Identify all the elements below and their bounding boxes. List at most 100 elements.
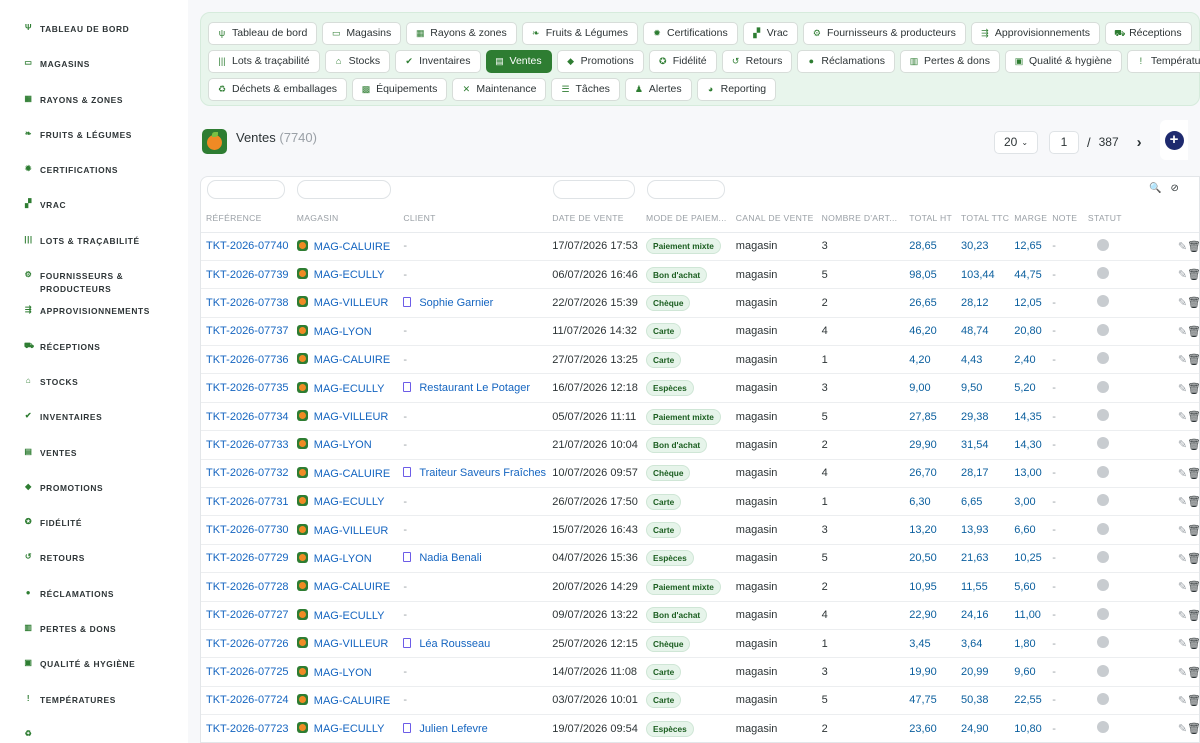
magasin-link[interactable]: MAG-ECULLY bbox=[314, 496, 385, 508]
cell-reference[interactable]: TKT-2026-07730 bbox=[201, 515, 292, 545]
clear-filter-icon[interactable]: ⊘ bbox=[1170, 183, 1178, 194]
nav-chip-1-1[interactable]: ⌂ Stocks bbox=[324, 49, 391, 73]
cell-magasin[interactable]: MAG-LYON bbox=[291, 544, 399, 574]
delete-icon[interactable]: 🗑 bbox=[1187, 439, 1199, 451]
reference-link[interactable]: TKT-2026-07736 bbox=[206, 354, 289, 366]
cell-magasin[interactable]: MAG-VILLEUR bbox=[291, 288, 399, 318]
filter-magasin-input[interactable] bbox=[297, 180, 391, 199]
nav-chip-0-4[interactable]: ✹ Certifications bbox=[643, 21, 738, 45]
table-row[interactable]: TKT-2026-07740 MAG-CALUIRE - 17/07/2026 17:… bbox=[201, 232, 1199, 261]
nav-chip-1-9[interactable]: ▣ Qualité & hygiène bbox=[1004, 49, 1122, 73]
cell-reference[interactable]: TKT-2026-07732 bbox=[201, 459, 292, 489]
column-header[interactable]: Statut bbox=[1082, 204, 1147, 233]
sidebar-item-0[interactable]: ψ Tableau de bord bbox=[0, 0, 188, 35]
cell-reference[interactable]: TKT-2026-07725 bbox=[201, 657, 292, 687]
reference-link[interactable]: TKT-2026-07735 bbox=[206, 382, 289, 394]
nav-chip-0-3[interactable]: ❧ Fruits & Légumes bbox=[521, 21, 639, 45]
filter-payment-input[interactable] bbox=[647, 180, 725, 199]
table-row[interactable]: TKT-2026-07734 MAG-VILLEUR - 05/07/2026 11:… bbox=[201, 402, 1199, 432]
nav-chip-1-3[interactable]: ▤ Ventes bbox=[485, 49, 552, 73]
magasin-link[interactable]: MAG-CALUIRE bbox=[314, 354, 390, 366]
sidebar-item-7[interactable]: ⚙ Fournisseurs & producteurs bbox=[0, 247, 188, 294]
edit-icon[interactable]: ✎ bbox=[1178, 411, 1187, 423]
magasin-link[interactable]: MAG-CALUIRE bbox=[314, 468, 390, 480]
nav-chip-0-5[interactable]: ▞ Vrac bbox=[742, 21, 798, 45]
delete-icon[interactable]: 🗑 bbox=[1187, 581, 1199, 593]
column-header[interactable]: Canal de vente bbox=[730, 204, 817, 233]
table-row[interactable]: TKT-2026-07731 MAG-ECULLY - 26/07/2026 17:5… bbox=[201, 487, 1199, 517]
sidebar-item-17[interactable]: ▥ Pertes & dons bbox=[0, 600, 188, 635]
edit-icon[interactable]: ✎ bbox=[1178, 695, 1187, 707]
cell-reference[interactable]: TKT-2026-07729 bbox=[201, 544, 292, 574]
delete-icon[interactable]: 🗑 bbox=[1187, 354, 1199, 366]
table-row[interactable]: TKT-2026-07738 MAG-VILLEUR Sophie Garnier 2… bbox=[201, 288, 1199, 318]
filter-date-input[interactable] bbox=[553, 180, 635, 199]
edit-icon[interactable]: ✎ bbox=[1178, 723, 1187, 735]
sidebar-item-3[interactable]: ❧ Fruits & Légumes bbox=[0, 106, 188, 141]
search-icon[interactable]: 🔍 bbox=[1149, 183, 1161, 194]
delete-icon[interactable]: 🗑 bbox=[1187, 610, 1199, 622]
table-row[interactable]: TKT-2026-07726 MAG-VILLEUR Léa Rousseau 25/… bbox=[201, 629, 1199, 659]
reference-link[interactable]: TKT-2026-07728 bbox=[206, 581, 289, 593]
column-header[interactable]: Nombre d'art... bbox=[816, 204, 905, 233]
edit-icon[interactable]: ✎ bbox=[1178, 638, 1187, 650]
table-row[interactable]: TKT-2026-07739 MAG-ECULLY - 06/07/2026 16:4… bbox=[201, 260, 1199, 290]
client-link[interactable]: Julien Lefevre bbox=[419, 723, 488, 735]
magasin-link[interactable]: MAG-ECULLY bbox=[314, 723, 385, 735]
table-row[interactable]: TKT-2026-07735 MAG-ECULLY Restaurant Le Po… bbox=[201, 373, 1199, 403]
reference-link[interactable]: TKT-2026-07738 bbox=[206, 297, 289, 309]
edit-icon[interactable]: ✎ bbox=[1178, 667, 1187, 679]
cell-client[interactable]: Nadia Benali bbox=[398, 544, 548, 574]
magasin-link[interactable]: MAG-ECULLY bbox=[314, 383, 385, 395]
edit-icon[interactable]: ✎ bbox=[1178, 553, 1187, 565]
sidebar-item-14[interactable]: ✪ Fidélité bbox=[0, 494, 188, 529]
nav-chip-2-0[interactable]: ♻ Déchets & emballages bbox=[208, 77, 348, 101]
cell-reference[interactable]: TKT-2026-07739 bbox=[201, 260, 292, 290]
cell-magasin[interactable]: MAG-LYON bbox=[291, 657, 399, 687]
edit-icon[interactable]: ✎ bbox=[1178, 354, 1187, 366]
delete-icon[interactable]: 🗑 bbox=[1187, 496, 1199, 508]
cell-magasin[interactable]: MAG-VILLEUR bbox=[291, 402, 399, 432]
magasin-link[interactable]: MAG-LYON bbox=[314, 439, 372, 451]
delete-icon[interactable]: 🗑 bbox=[1187, 468, 1199, 480]
edit-icon[interactable]: ✎ bbox=[1178, 241, 1187, 253]
delete-icon[interactable]: 🗑 bbox=[1187, 383, 1199, 395]
table-row[interactable]: TKT-2026-07723 MAG-ECULLY Julien Lefevre 19… bbox=[201, 714, 1199, 742]
cell-client[interactable]: Julien Lefevre bbox=[398, 714, 548, 742]
column-header[interactable]: Référence bbox=[201, 204, 292, 233]
nav-chip-0-2[interactable]: ▦ Rayons & zones bbox=[406, 21, 517, 45]
reference-link[interactable]: TKT-2026-07725 bbox=[206, 666, 289, 678]
table-row[interactable]: TKT-2026-07727 MAG-ECULLY - 09/07/2026 13:2… bbox=[201, 601, 1199, 630]
column-header[interactable]: Note bbox=[1047, 204, 1083, 233]
cell-reference[interactable]: TKT-2026-07724 bbox=[201, 686, 292, 716]
magasin-link[interactable]: MAG-VILLEUR bbox=[314, 525, 389, 537]
cell-reference[interactable]: TKT-2026-07731 bbox=[201, 487, 292, 517]
nav-chip-0-7[interactable]: ⇶ Approvisionnements bbox=[970, 21, 1101, 45]
reference-link[interactable]: TKT-2026-07730 bbox=[206, 524, 289, 536]
sidebar-item-2[interactable]: ▦ Rayons & zones bbox=[0, 71, 188, 106]
column-header[interactable]: Marge bbox=[1009, 204, 1048, 233]
cell-reference[interactable]: TKT-2026-07728 bbox=[201, 572, 292, 602]
sidebar-item-16[interactable]: ● Réclamations bbox=[0, 565, 188, 600]
add-record-button[interactable]: + bbox=[1164, 130, 1184, 150]
nav-chip-1-2[interactable]: ✔ Inventaires bbox=[395, 49, 481, 73]
nav-chip-1-6[interactable]: ↺ Retours bbox=[721, 49, 793, 73]
table-row[interactable]: TKT-2026-07737 MAG-LYON - 11/07/2026 14:32 C… bbox=[201, 317, 1199, 347]
edit-icon[interactable]: ✎ bbox=[1178, 269, 1187, 281]
edit-icon[interactable]: ✎ bbox=[1178, 581, 1187, 593]
edit-icon[interactable]: ✎ bbox=[1178, 525, 1187, 537]
delete-icon[interactable]: 🗑 bbox=[1187, 297, 1199, 309]
cell-reference[interactable]: TKT-2026-07733 bbox=[201, 430, 292, 460]
cell-magasin[interactable]: MAG-VILLEUR bbox=[291, 515, 399, 545]
column-header[interactable]: Total HT bbox=[904, 204, 956, 233]
sidebar-item-18[interactable]: ▣ Qualité & hygiène bbox=[0, 635, 188, 670]
cell-magasin[interactable]: MAG-ECULLY bbox=[291, 601, 399, 630]
cell-magasin[interactable]: MAG-CALUIRE bbox=[291, 686, 399, 716]
client-link[interactable]: Restaurant Le Potager bbox=[419, 382, 530, 394]
table-row[interactable]: TKT-2026-07728 MAG-CALUIRE - 20/07/2026 14:… bbox=[201, 572, 1199, 602]
magasin-link[interactable]: MAG-VILLEUR bbox=[314, 638, 389, 650]
sidebar-item-10[interactable]: ⌂ Stocks bbox=[0, 353, 188, 388]
table-row[interactable]: TKT-2026-07736 MAG-CALUIRE - 27/07/2026 13:… bbox=[201, 345, 1199, 375]
magasin-link[interactable]: MAG-CALUIRE bbox=[314, 695, 390, 707]
reference-link[interactable]: TKT-2026-07727 bbox=[206, 609, 289, 621]
